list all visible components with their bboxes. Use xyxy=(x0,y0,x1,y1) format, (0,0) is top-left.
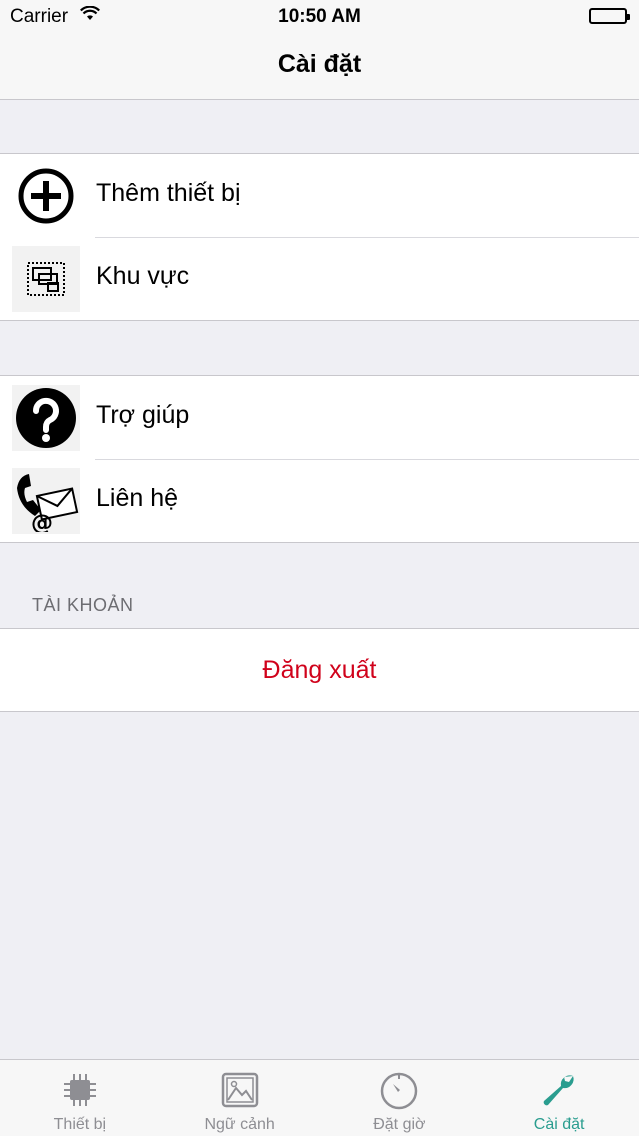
picture-icon xyxy=(220,1070,260,1110)
clock: 10:50 AM xyxy=(278,6,361,27)
logout-button[interactable]: Đăng xuất xyxy=(0,629,639,711)
contact-row[interactable]: @ Liên hệ xyxy=(0,459,639,542)
chip-icon xyxy=(60,1070,100,1110)
tab-timer[interactable]: Đặt giờ xyxy=(320,1060,480,1136)
floor-plan-icon xyxy=(12,246,80,312)
tab-devices[interactable]: Thiết bị xyxy=(0,1060,160,1136)
add-device-row[interactable]: Thêm thiết bị xyxy=(0,154,639,237)
phone-mail-icon: @ xyxy=(12,468,80,534)
tab-devices-label: Thiết bị xyxy=(53,1116,107,1133)
wrench-icon xyxy=(539,1070,579,1110)
help-row[interactable]: Trợ giúp xyxy=(0,376,639,459)
account-group: Đăng xuất xyxy=(0,628,639,712)
help-label: Trợ giúp xyxy=(96,401,190,429)
navigation-bar: Cài đặt xyxy=(0,32,639,100)
logout-label: Đăng xuất xyxy=(262,655,377,684)
tab-scenes-label: Ngữ cảnh xyxy=(204,1116,275,1133)
status-bar: Carrier 10:50 AM xyxy=(0,0,639,32)
tab-bar: Thiết bị Ngữ cảnh Đặt giờ Cài đặt xyxy=(0,1059,639,1136)
tab-settings[interactable]: Cài đặt xyxy=(479,1060,639,1136)
tab-settings-label: Cài đặt xyxy=(533,1116,585,1133)
tab-scenes[interactable]: Ngữ cảnh xyxy=(160,1060,320,1136)
svg-text:@: @ xyxy=(31,511,53,532)
area-label: Khu vực xyxy=(96,262,190,290)
battery-icon xyxy=(589,8,630,24)
settings-group-devices: Thêm thiết bị Khu vực xyxy=(0,153,639,321)
area-row[interactable]: Khu vực xyxy=(0,237,639,320)
page-title: Cài đặt xyxy=(277,50,362,78)
settings-group-support: Trợ giúp @ Liên hệ xyxy=(0,375,639,543)
add-device-label: Thêm thiết bị xyxy=(96,179,241,207)
help-circle-icon xyxy=(12,385,80,451)
account-section-header: TÀI KHOẢN xyxy=(32,595,134,615)
tab-timer-label: Đặt giờ xyxy=(373,1116,426,1133)
contact-label: Liên hệ xyxy=(96,484,179,512)
timer-icon xyxy=(379,1070,419,1110)
add-circle-icon xyxy=(12,163,80,229)
